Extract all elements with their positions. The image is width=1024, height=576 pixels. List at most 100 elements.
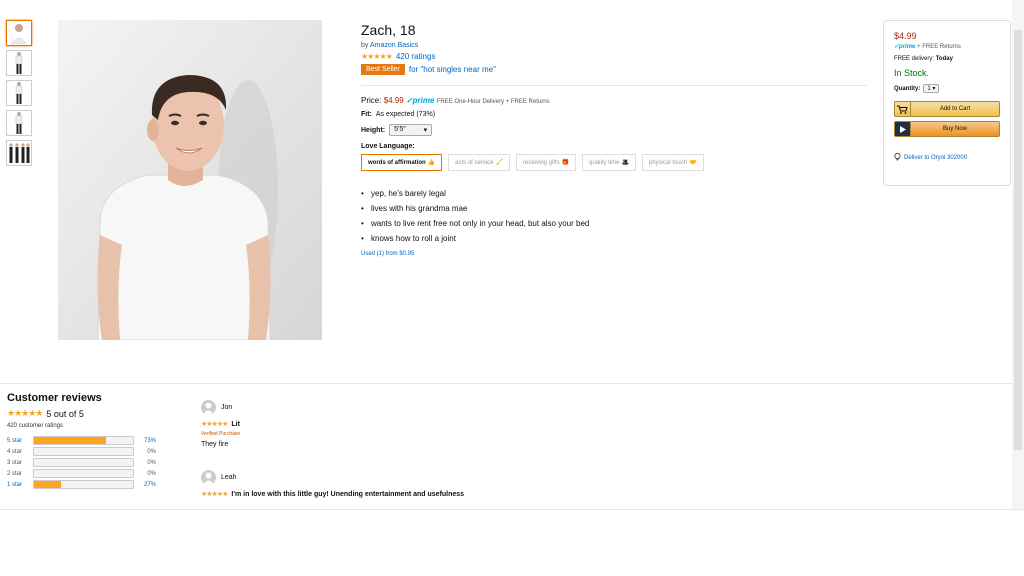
- love-language-option-label: quality time: [589, 159, 620, 166]
- histogram-star-label: 1 star: [7, 481, 23, 488]
- love-language-option[interactable]: quality time 🎩: [582, 154, 637, 171]
- feature-bullet: lives with his grandma mae: [361, 204, 867, 213]
- rating-histogram: 5 star 73% 4 star 0% 3 star 0% 2 star 0% 1 star 2…: [7, 435, 167, 490]
- price-label: Price:: [361, 96, 382, 105]
- love-language-emoji-icon: 🤝: [689, 160, 697, 166]
- quantity-select[interactable]: 1 ▾: [923, 84, 940, 93]
- height-row: Height: 5'5" ▾: [361, 124, 867, 136]
- scrollbar-thumb[interactable]: [1014, 30, 1022, 450]
- histogram-bar-fill: [34, 481, 61, 488]
- ratings-count-link[interactable]: 420 ratings: [396, 52, 436, 61]
- cart-icon: [895, 102, 911, 116]
- divider: [361, 85, 867, 86]
- histogram-star-label: 2 star: [7, 470, 23, 477]
- review-list: Jon ★★★★★ Lit Verified Purchase They fire Lea…: [201, 400, 601, 509]
- used-offers-link[interactable]: Used (1) from $0.95: [361, 251, 867, 257]
- love-language-label: Love Language:: [361, 143, 415, 150]
- love-language-emoji-icon: 👍: [427, 160, 436, 166]
- love-language-option-label: words of affirmation: [368, 159, 426, 166]
- rating-row: ★★★★★ 420 ratings: [361, 52, 867, 61]
- chevron-down-icon: ▾: [423, 127, 428, 134]
- buybox-prime-row: ✓prime + FREE Returns: [894, 43, 1000, 50]
- love-language-emoji-icon: 🎩: [621, 160, 630, 166]
- price-value: $4.99: [383, 96, 404, 105]
- chevron-down-icon: ▾: [932, 86, 936, 92]
- histogram-percent: 73%: [143, 437, 156, 444]
- thumbnail-3[interactable]: [6, 80, 32, 106]
- thumbnail-4[interactable]: [6, 110, 32, 136]
- histogram-star-label: 5 star: [7, 437, 23, 444]
- by-label: by: [361, 42, 369, 49]
- thumbnail-1[interactable]: [6, 20, 32, 46]
- review-header: Jon: [201, 400, 601, 415]
- bestseller-row: Best Seller for "hot singles near me": [361, 64, 867, 75]
- location-pin-icon: [894, 152, 901, 163]
- review-title[interactable]: Lit: [231, 421, 240, 428]
- reviewer-name[interactable]: Leah: [221, 474, 237, 481]
- section-divider: [0, 383, 1012, 384]
- review-rating-row: ★★★★★ I'm in love with this little guy! U…: [201, 490, 601, 499]
- verified-purchase-badge: Verified Purchase: [201, 431, 241, 437]
- returns-note: + FREE Returns: [917, 44, 961, 50]
- product-image[interactable]: [58, 20, 322, 340]
- histogram-percent: 0%: [147, 448, 156, 455]
- histogram-row: 4 star 0%: [7, 446, 167, 457]
- love-language-emoji-icon: 🎁: [561, 160, 570, 166]
- histogram-star-label: 4 star: [7, 448, 23, 455]
- customer-reviews-summary: Customer reviews ★★★★★ 5 out of 5 420 cu…: [7, 392, 167, 490]
- vertical-scrollbar[interactable]: [1012, 0, 1024, 509]
- product-page: Zach, 18 by Amazon Basics ★★★★★ 420 rati…: [0, 0, 1024, 510]
- price-row: Price: $4.99 ✓prime FREE One-Hour Delive…: [361, 96, 867, 105]
- buybox-price: $4.99: [894, 31, 917, 41]
- reviewer-name[interactable]: Jon: [221, 404, 232, 411]
- height-select[interactable]: 5'5" ▾: [389, 124, 433, 136]
- histogram-row[interactable]: 5 star 73%: [7, 435, 167, 446]
- thumbnail-5[interactable]: [6, 140, 32, 166]
- histogram-bar: [33, 469, 134, 478]
- average-rating: 5 out of 5: [46, 408, 84, 419]
- fit-value: As expected (73%): [375, 111, 436, 118]
- delivery-note: FREE One-Hour Delivery + FREE Returns: [436, 99, 550, 105]
- avatar-icon: [201, 400, 216, 415]
- thumbnail-strip: [6, 20, 34, 170]
- love-language-option[interactable]: physical touch 🤝: [642, 154, 704, 171]
- byline: by Amazon Basics: [361, 42, 867, 49]
- review-title[interactable]: I'm in love with this little guy! Unendi…: [231, 491, 464, 498]
- stock-status: In Stock.: [894, 68, 930, 78]
- quantity-value: 1: [927, 86, 931, 92]
- review-body: They fire: [201, 441, 229, 448]
- love-language-option[interactable]: receiving gifts 🎁: [516, 154, 577, 171]
- bestseller-category-link[interactable]: for "hot singles near me": [409, 65, 496, 74]
- height-label: Height:: [361, 126, 386, 134]
- review-item: Jon ★★★★★ Lit Verified Purchase They fire: [201, 400, 601, 448]
- histogram-row: 2 star 0%: [7, 468, 167, 479]
- buy-now-button[interactable]: Buy Now: [894, 121, 1000, 137]
- add-to-cart-button[interactable]: Add to Cart: [894, 101, 1000, 117]
- prime-logo-icon: ✓prime: [405, 96, 435, 105]
- love-language-option[interactable]: acts of service 🧹: [448, 154, 510, 171]
- star-rating-icon: ★★★★★: [201, 491, 228, 498]
- deliver-to-link[interactable]: Deliver to Oryol 302000: [894, 152, 1000, 163]
- height-select-value: 5'5": [394, 126, 406, 133]
- love-language-emoji-icon: 🧹: [495, 160, 503, 166]
- person-photo-icon: [58, 20, 322, 340]
- feature-bullet: wants to live rent free not only in your…: [361, 219, 867, 228]
- thumbnail-2[interactable]: [6, 50, 32, 76]
- reviews-title: Customer reviews: [7, 392, 102, 404]
- histogram-bar: [33, 458, 134, 467]
- histogram-bar-fill: [34, 437, 107, 444]
- product-details: Zach, 18 by Amazon Basics ★★★★★ 420 rati…: [361, 20, 867, 257]
- histogram-row[interactable]: 1 star 27%: [7, 479, 167, 490]
- play-icon: [895, 122, 911, 136]
- prime-logo-icon: ✓prime: [894, 44, 916, 50]
- histogram-percent: 27%: [143, 481, 156, 488]
- delivery-label: FREE delivery:: [894, 56, 935, 62]
- review-item: Leah ★★★★★ I'm in love with this little gu…: [201, 470, 601, 498]
- love-language-option[interactable]: words of affirmation 👍: [361, 154, 443, 171]
- star-rating-icon[interactable]: ★★★★★: [361, 52, 393, 61]
- brand-link[interactable]: Amazon Basics: [370, 42, 418, 49]
- histogram-bar: [33, 436, 134, 445]
- star-rating-icon: ★★★★★: [201, 421, 228, 428]
- feature-bullet: knows how to roll a joint: [361, 234, 867, 243]
- review-header: Leah: [201, 470, 601, 485]
